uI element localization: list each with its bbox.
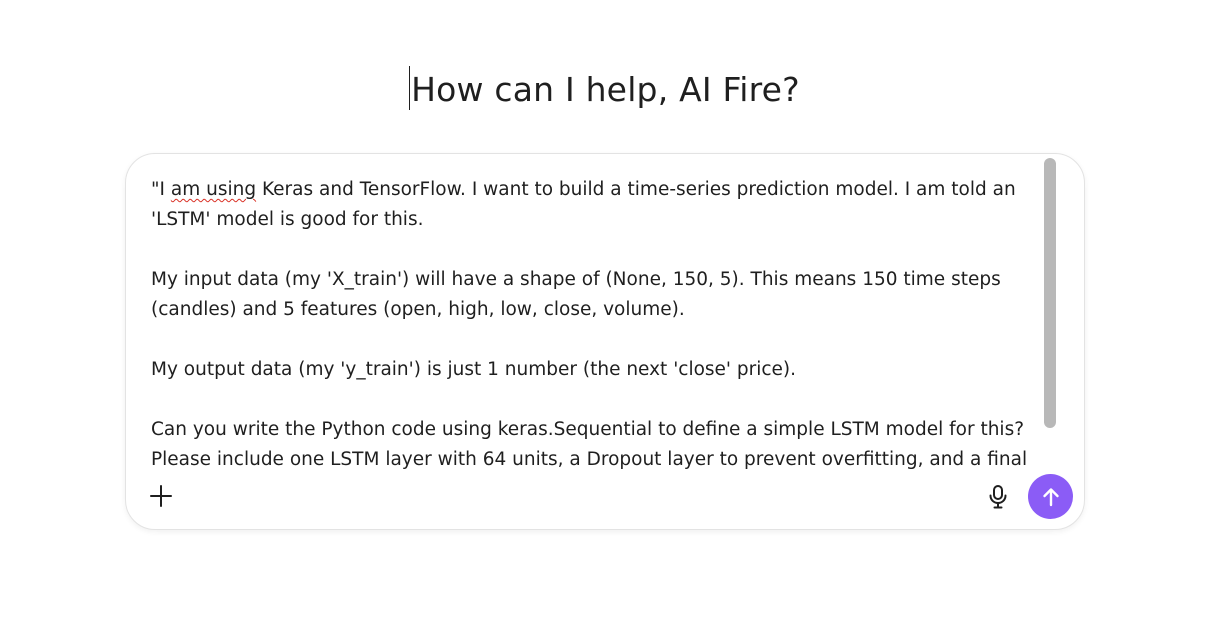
prompt-text-prefix: "I — [151, 179, 171, 200]
arrow-up-icon — [1042, 487, 1059, 506]
spellcheck-flagged-text[interactable]: am using — [171, 179, 256, 200]
prompt-paragraph-4: Can you write the Python code using kera… — [151, 419, 1028, 470]
greeting-heading: How can I help, AI Fire? — [409, 60, 800, 120]
prompt-scrollbar[interactable] — [1044, 158, 1056, 428]
page: How can I help, AI Fire? "I am using Ker… — [0, 0, 1211, 638]
microphone-icon — [989, 485, 1007, 509]
prompt-composer: "I am using Keras and TensorFlow. I want… — [125, 153, 1085, 530]
send-button[interactable] — [1028, 474, 1073, 519]
prompt-scrollbar-thumb[interactable] — [1044, 158, 1056, 428]
text-cursor — [409, 66, 411, 110]
prompt-paragraph-2: My input data (my 'X_train') will have a… — [151, 269, 1001, 320]
prompt-input[interactable]: "I am using Keras and TensorFlow. I want… — [151, 175, 1041, 473]
add-attachment-button[interactable] — [148, 483, 174, 509]
voice-input-button[interactable] — [987, 484, 1009, 510]
prompt-paragraph-1: "I am using Keras and TensorFlow. I want… — [151, 175, 1041, 235]
plus-icon — [150, 485, 172, 507]
greeting-container: How can I help, AI Fire? — [0, 60, 1211, 120]
prompt-paragraph-3: My output data (my 'y_train') is just 1 … — [151, 359, 797, 380]
greeting-text: How can I help, AI Fire? — [411, 70, 800, 109]
prompt-text-rest: Keras and TensorFlow. I want to build a … — [151, 179, 1016, 230]
